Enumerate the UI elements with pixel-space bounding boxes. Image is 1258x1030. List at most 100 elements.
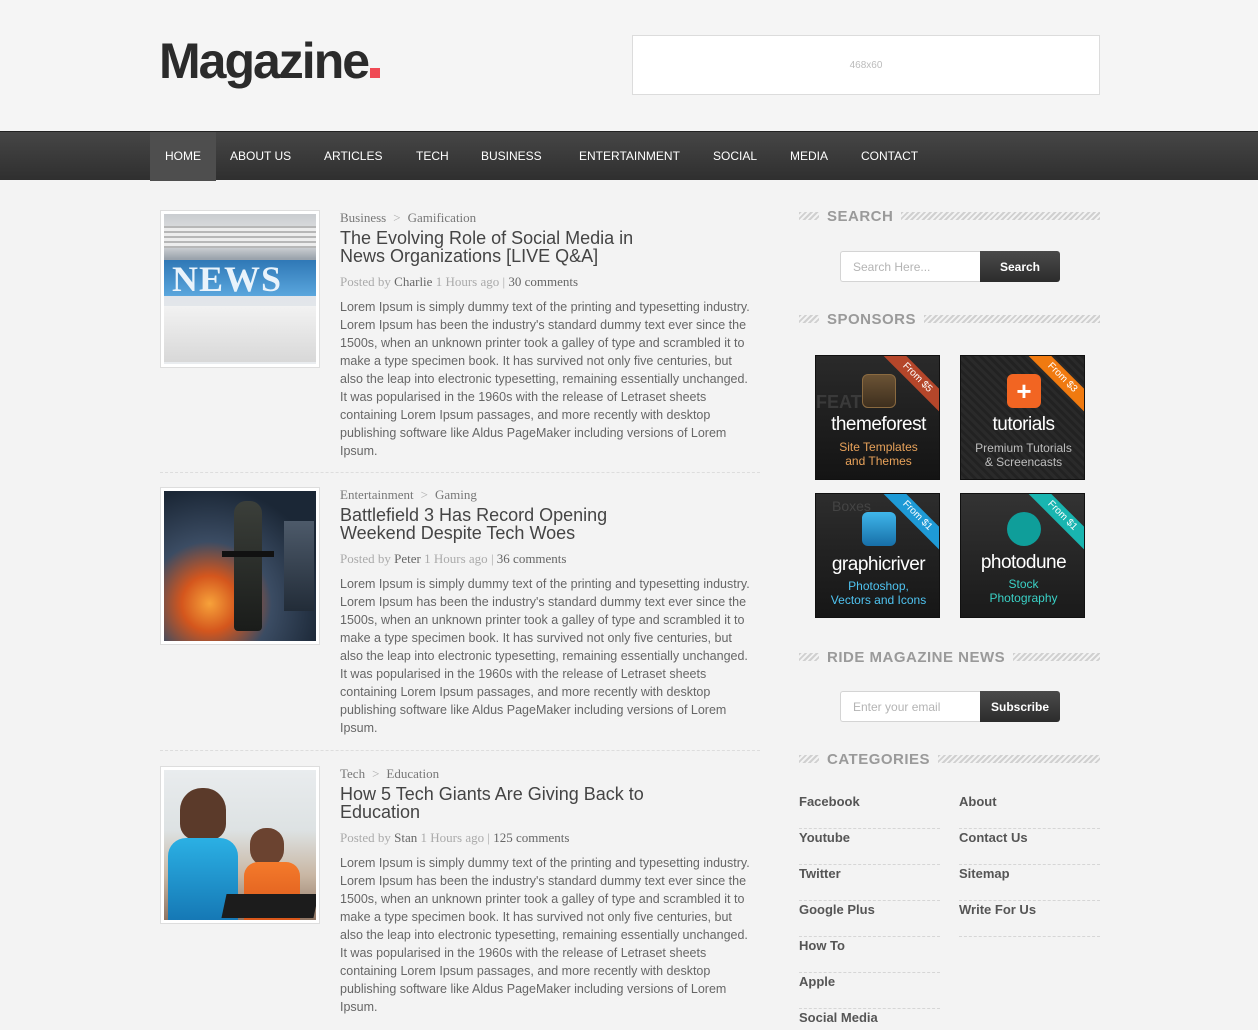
category-separator: >: [393, 210, 401, 225]
paper-stack: [164, 226, 316, 248]
category-link-google-plus[interactable]: Google Plus: [799, 901, 940, 937]
post-time: 1 Hours ago: [435, 274, 500, 289]
category-link-write-for-us[interactable]: Write For Us: [959, 901, 1100, 937]
category-link-youtube[interactable]: Youtube: [799, 829, 940, 865]
category-link-twitter[interactable]: Twitter: [799, 865, 940, 901]
sponsor-tagline: Premium Tutorials & Screencasts: [961, 441, 1084, 469]
post-thumbnail[interactable]: NEWS: [160, 210, 320, 368]
category-link-how-to[interactable]: How To: [799, 937, 940, 973]
search-input[interactable]: [840, 251, 980, 282]
graphicriver-icon: [862, 512, 896, 546]
category-link-facebook[interactable]: Facebook: [799, 793, 940, 829]
meta-pipe: |: [487, 830, 490, 845]
post-time: 1 Hours ago: [424, 551, 488, 566]
photodune-icon: [1007, 512, 1041, 546]
post-divider: [160, 472, 760, 473]
email-input[interactable]: [840, 691, 980, 722]
nav-item-home[interactable]: HOME: [150, 132, 216, 181]
logo-dot: [370, 68, 381, 78]
sponsor-graphicriver[interactable]: Boxes From $1 graphicriver Photoshop, Vec…: [815, 493, 940, 618]
sponsor-themeforest[interactable]: FEATUR From $5 themeforest Site Template…: [815, 355, 940, 480]
post-comments[interactable]: 125 comments: [493, 830, 569, 845]
category-link-about[interactable]: About: [959, 793, 1100, 829]
nav-item-media[interactable]: MEDIA: [790, 132, 828, 181]
post-categories: Tech > Education: [340, 766, 439, 782]
sponsor-tagline-line: Stock: [1008, 577, 1039, 591]
subcategory-link[interactable]: Education: [386, 766, 439, 781]
post-author[interactable]: Peter: [394, 551, 421, 566]
meta-pipe: |: [502, 274, 506, 289]
rifle-shape: [222, 551, 274, 557]
news-word: NEWS: [172, 259, 283, 299]
post-excerpt: Lorem Ipsum is simply dummy text of the …: [340, 856, 750, 1014]
nav-item-about-us[interactable]: ABOUT US: [230, 132, 291, 181]
posted-by-label: Posted by: [340, 274, 391, 289]
post-meta: Posted by Stan 1 Hours ago | 125 comment…: [340, 830, 569, 846]
post-author[interactable]: Charlie: [394, 274, 432, 289]
search-button[interactable]: Search: [980, 251, 1060, 282]
categories-heading: CATEGORIES: [799, 751, 1100, 768]
subcategory-link[interactable]: Gaming: [435, 487, 477, 502]
category-separator: >: [420, 487, 428, 502]
sponsor-tagline-line: Vectors and Icons: [830, 593, 927, 607]
nav-item-tech[interactable]: TECH: [416, 132, 449, 181]
main-nav: HOME ABOUT US ARTICLES TECH BUSINESS ENT…: [0, 131, 1258, 181]
category-link[interactable]: Business: [340, 210, 386, 225]
site-logo[interactable]: Magazine: [159, 32, 381, 90]
category-link[interactable]: Entertainment: [340, 487, 414, 502]
subscribe-button[interactable]: Subscribe: [980, 691, 1060, 722]
nav-item-business[interactable]: BUSINESS: [481, 132, 542, 181]
subcategory-link[interactable]: Gamification: [408, 210, 477, 225]
post-thumbnail[interactable]: [160, 487, 320, 645]
category-link-apple[interactable]: Apple: [799, 973, 940, 1009]
paper-fold: [164, 306, 316, 362]
post-excerpt: Lorem Ipsum is simply dummy text of the …: [340, 300, 750, 458]
category-link[interactable]: Tech: [340, 766, 365, 781]
post-thumbnail[interactable]: [160, 766, 320, 924]
sponsor-tagline-line: Photoshop,: [848, 579, 909, 593]
post-title[interactable]: Battlefield 3 Has Record Opening Weekend…: [340, 506, 660, 542]
post-time: 1 Hours ago: [420, 830, 485, 845]
heading-stripes: [901, 212, 1100, 220]
logo-text: Magazine: [159, 33, 370, 89]
sponsor-name: graphicriver: [831, 554, 926, 575]
sponsor-photodune[interactable]: From $1 photodune Stock Photography: [960, 493, 1085, 618]
news-image: NEWS: [164, 214, 316, 364]
battlefield-image: [164, 491, 316, 641]
ad-banner[interactable]: 468x60: [632, 35, 1100, 95]
post-author[interactable]: Stan: [394, 830, 417, 845]
nav-item-entertainment[interactable]: ENTERTAINMENT: [579, 132, 680, 181]
post-title[interactable]: The Evolving Role of Social Media in New…: [340, 229, 660, 265]
post-categories: Entertainment > Gaming: [340, 487, 477, 503]
sponsor-tutorials[interactable]: From $3 + tutorials Premium Tutorials & S…: [960, 355, 1085, 480]
banner-size-label: 468x60: [849, 59, 883, 71]
sponsor-tagline-line: and Themes: [845, 454, 912, 468]
sponsor-name: themeforest: [831, 414, 926, 435]
heading-stripes: [1013, 653, 1100, 661]
posted-by-label: Posted by: [340, 830, 391, 845]
newsletter-heading: RIDE MAGAZINE NEWS: [799, 649, 1100, 666]
post-title[interactable]: How 5 Tech Giants Are Giving Back to Edu…: [340, 785, 660, 821]
search-heading: SEARCH: [799, 207, 1100, 225]
sponsors-heading: SPONSORS: [799, 311, 1100, 328]
search-heading-text: SEARCH: [827, 207, 894, 225]
post-comments[interactable]: 36 comments: [497, 551, 567, 566]
sponsor-tagline: Site Templates and Themes: [816, 440, 939, 468]
nav-item-articles[interactable]: ARTICLES: [324, 132, 382, 181]
post-divider: [160, 750, 760, 751]
heading-stripes: [924, 315, 1100, 323]
category-link-contact-us[interactable]: Contact Us: [959, 829, 1100, 865]
post-card: Tech > Education How 5 Tech Giants Are Giv…: [160, 766, 760, 1026]
category-link-social-media[interactable]: Social Media: [799, 1009, 940, 1030]
child-head: [180, 788, 226, 840]
site-header: Magazine 468x60: [0, 0, 1258, 131]
meta-pipe: |: [490, 551, 494, 566]
category-link-sitemap[interactable]: Sitemap: [959, 865, 1100, 901]
tutorials-plus-icon: +: [1007, 374, 1041, 408]
themeforest-icon: [862, 374, 896, 408]
sponsor-tagline: Stock Photography: [961, 577, 1084, 605]
second-child-head: [250, 828, 284, 866]
nav-item-social[interactable]: SOCIAL: [713, 132, 757, 181]
post-comments[interactable]: 30 comments: [508, 274, 578, 289]
nav-item-contact[interactable]: CONTACT: [861, 132, 918, 181]
